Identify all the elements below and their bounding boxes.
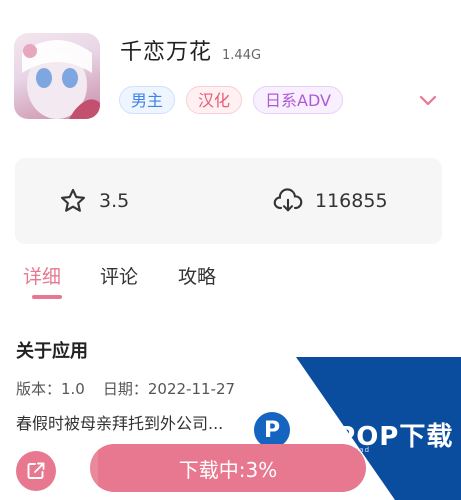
cloud-download-icon <box>273 188 303 212</box>
download-progress-fill <box>90 444 99 492</box>
date-label: 日期：2022-11-27 <box>102 380 236 398</box>
share-button[interactable] <box>16 451 56 491</box>
download-button[interactable]: 下载中:3% <box>90 444 366 492</box>
app-title: 千恋万花 <box>120 40 213 65</box>
version-label: 版本：1.0 <box>16 380 85 398</box>
app-icon <box>14 33 100 119</box>
tab-details[interactable]: 详细 <box>23 262 61 289</box>
app-title-row: 千恋万花 1.44G <box>120 34 261 68</box>
downloads-value: 116855 <box>315 190 388 212</box>
tab-comments[interactable]: 评论 <box>100 262 138 289</box>
app-cover-art <box>22 40 100 119</box>
star-icon <box>60 188 86 212</box>
expand-tags-button[interactable] <box>416 92 440 110</box>
tag-item[interactable]: 汉化 <box>186 86 243 114</box>
bottom-action-bar: 下载中:3% <box>0 444 461 500</box>
tag-item[interactable]: 日系ADV <box>253 86 343 114</box>
chevron-down-icon <box>419 95 437 106</box>
app-meta: 版本：1.0 日期：2022-11-27 <box>16 378 235 399</box>
download-button-label: 下载中:3% <box>178 457 278 482</box>
downloads-stat: 116855 <box>273 158 388 244</box>
section-title: 关于应用 <box>16 341 88 362</box>
rating-stat: 3.5 <box>59 158 129 244</box>
stats-card: 3.5 116855 <box>15 158 442 244</box>
tab-guides[interactable]: 攻略 <box>178 262 216 289</box>
active-tab-indicator <box>32 295 62 299</box>
tag-item[interactable]: 男主 <box>119 86 176 114</box>
app-size: 1.44G <box>222 48 262 63</box>
rating-value: 3.5 <box>99 190 130 212</box>
share-icon <box>27 462 45 479</box>
tag-list: 男主 汉化 日系ADV <box>119 86 343 114</box>
